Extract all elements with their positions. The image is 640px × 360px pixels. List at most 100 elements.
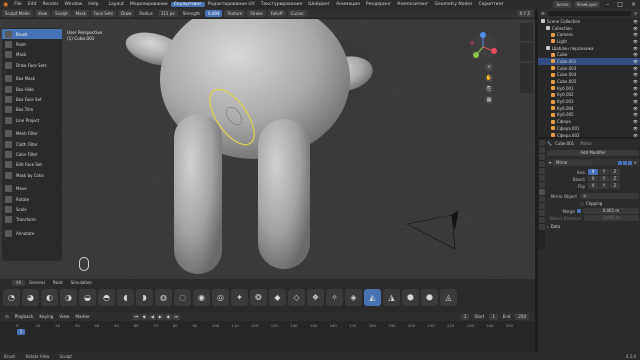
menu-help[interactable]: Help: [85, 2, 101, 7]
workspace-tab-0[interactable]: Layout: [106, 2, 127, 7]
brush-thumbnail-icon[interactable]: ◔: [3, 289, 20, 306]
prev-key-icon[interactable]: ◆: [140, 313, 148, 320]
outliner-row[interactable]: Cube.004 👁: [538, 72, 640, 79]
outliner-row[interactable]: Collection 👁: [538, 25, 640, 32]
tool-mesh-filter[interactable]: Mesh Filter: [2, 129, 62, 139]
brush-thumbnail-icon[interactable]: ◎: [212, 289, 229, 306]
timeline-menu-marker[interactable]: Marker: [72, 314, 92, 319]
workspace-tab-10[interactable]: Скриптинг: [475, 2, 506, 7]
properties-tab-icon[interactable]: [538, 161, 545, 167]
workspace-tab-2[interactable]: Скульптинг: [170, 2, 205, 7]
brush-thumbnail-icon[interactable]: ◇: [288, 289, 305, 306]
brush-thumbnail-icon[interactable]: ❂: [250, 289, 267, 306]
axis-toggle-z[interactable]: Z: [610, 176, 620, 182]
brush-thumbnail-icon[interactable]: ◐: [41, 289, 58, 306]
close-button[interactable]: ×: [627, 1, 640, 8]
outliner-row[interactable]: Сфера.002 👁: [538, 132, 640, 139]
eye-icon[interactable]: 👁: [633, 133, 638, 138]
workspace-tab-7[interactable]: Рендеринг: [363, 2, 394, 7]
tool-draw-face-sets[interactable]: Draw Face Sets: [2, 60, 62, 70]
tool-box-hide[interactable]: Box Hide: [2, 84, 62, 94]
strength-field[interactable]: 0.494: [204, 10, 223, 17]
modifier-name-field[interactable]: Mirror: [553, 159, 594, 166]
tool-cloth-filter[interactable]: Cloth Filter: [2, 139, 62, 149]
timeline-menu-view[interactable]: View: [56, 314, 72, 319]
brush-thumbnail-icon[interactable]: ◒: [79, 289, 96, 306]
eye-icon[interactable]: 👁: [633, 119, 638, 124]
brush-thumbnail-icon[interactable]: ◉: [193, 289, 210, 306]
brush-tab-general[interactable]: General: [25, 280, 49, 286]
eye-icon[interactable]: 👁: [633, 112, 638, 117]
header-menu-sculpt[interactable]: Sculpt: [52, 10, 71, 17]
brush-tab-simulation[interactable]: Simulation: [67, 280, 96, 286]
tool-rotate[interactable]: Rotate: [2, 194, 62, 204]
properties-tab-icon[interactable]: [538, 168, 545, 174]
quickcarve-tab[interactable]: [520, 63, 533, 93]
brush-thumbnail-icon[interactable]: ✦: [231, 289, 248, 306]
filter-icon[interactable]: ⚲: [634, 11, 637, 16]
3d-viewport[interactable]: User Perspective (1) Cube.001 ⌕ ✋ ⎘ ▦: [0, 19, 535, 284]
timeline-menu-playback[interactable]: Playback: [12, 314, 37, 319]
properties-tab-icon[interactable]: [538, 217, 545, 223]
playhead[interactable]: 1: [17, 329, 25, 335]
workspace-tab-6[interactable]: Анимация: [333, 2, 363, 7]
axis-toggle-y[interactable]: Y: [599, 176, 609, 182]
brush-thumbnail-icon[interactable]: ⬣: [421, 289, 438, 306]
eye-icon[interactable]: 👁: [633, 106, 638, 111]
menu-edit[interactable]: Edit: [25, 2, 40, 7]
outliner-search-input[interactable]: [547, 11, 632, 16]
radius-field[interactable]: 111 px: [157, 10, 178, 17]
outliner-filter-icon[interactable]: ☰: [541, 11, 545, 16]
outliner-row[interactable]: Cube.003 👁: [538, 65, 640, 72]
grid-view-icon[interactable]: ▦: [485, 96, 493, 104]
eye-icon[interactable]: 👁: [633, 66, 638, 71]
tool-move[interactable]: Move: [2, 183, 62, 193]
tool-box-mask[interactable]: Box Mask: [2, 74, 62, 84]
properties-tab-icon[interactable]: [538, 203, 545, 209]
eye-icon[interactable]: 👁: [633, 99, 638, 104]
menu-window[interactable]: Window: [62, 2, 86, 7]
eye-icon[interactable]: 👁: [633, 19, 638, 24]
brush-thumbnail-icon[interactable]: ◬: [440, 289, 457, 306]
tool-box-trim[interactable]: Box Trim: [2, 105, 62, 115]
brush-thumbnail-icon[interactable]: ✧: [326, 289, 343, 306]
close-modifier-icon[interactable]: ×: [634, 160, 637, 165]
eye-icon[interactable]: 👁: [633, 52, 638, 57]
brush-thumbnail-icon[interactable]: ◆: [269, 289, 286, 306]
scene-selector[interactable]: Scene: [553, 1, 572, 8]
axis-toggle-x[interactable]: X: [588, 183, 598, 189]
axis-toggle-z[interactable]: Z: [610, 169, 620, 175]
tool-annotate[interactable]: Annotate: [2, 228, 62, 238]
minimize-button[interactable]: –: [602, 1, 613, 8]
brush-thumbnail-icon[interactable]: ◭: [364, 289, 381, 306]
axis-toggle-y[interactable]: Y: [599, 169, 609, 175]
properties-tab-icon[interactable]: [538, 140, 545, 146]
outliner-row[interactable]: Сфера 👁: [538, 118, 640, 125]
brush-thumbnail-icon[interactable]: ◑: [60, 289, 77, 306]
timeline[interactable]: ◷ Playback Keying View Marker ⏮ ◆ ◀ ▶ ◆ ⏭ 1…: [0, 312, 535, 352]
zoom-icon[interactable]: ⌕: [485, 63, 493, 71]
brush-thumbnail-icon[interactable]: ◗: [136, 289, 153, 306]
axis-toggle-x[interactable]: X: [588, 169, 598, 175]
clipping-checkbox[interactable]: [580, 201, 584, 206]
axis-toggle-y[interactable]: Y: [599, 183, 609, 189]
properties-tab-icon[interactable]: [538, 224, 545, 230]
merge-distance-field[interactable]: 0.001 m: [583, 208, 639, 214]
timeline-menu-keying[interactable]: Keying: [36, 314, 56, 319]
start-frame-field[interactable]: 1: [489, 313, 498, 320]
view-tab[interactable]: [520, 43, 533, 61]
outliner-row[interactable]: Cube.001 👁: [538, 58, 640, 65]
eye-icon[interactable]: 👁: [633, 39, 638, 44]
brush-thumbnail-icon[interactable]: ❖: [307, 289, 324, 306]
axis-toggle-z[interactable]: Z: [610, 183, 620, 189]
outliner-row[interactable]: Cube 👁: [538, 51, 640, 58]
tool-line-project[interactable]: Line Project: [2, 115, 62, 125]
add-modifier-button[interactable]: Add Modifier: [547, 150, 639, 156]
outliner-row[interactable]: Куб.002 👁: [538, 92, 640, 99]
maximize-button[interactable]: □: [613, 1, 627, 8]
view-layer-selector[interactable]: ViewLayer: [573, 1, 601, 8]
workspace-tab-4[interactable]: Текстурирование: [258, 2, 305, 7]
mode-selector[interactable]: Sculpt Mode: [2, 10, 33, 17]
next-key-icon[interactable]: ◆: [164, 313, 172, 320]
tool-mask-by-color[interactable]: Mask by Color: [2, 170, 62, 180]
